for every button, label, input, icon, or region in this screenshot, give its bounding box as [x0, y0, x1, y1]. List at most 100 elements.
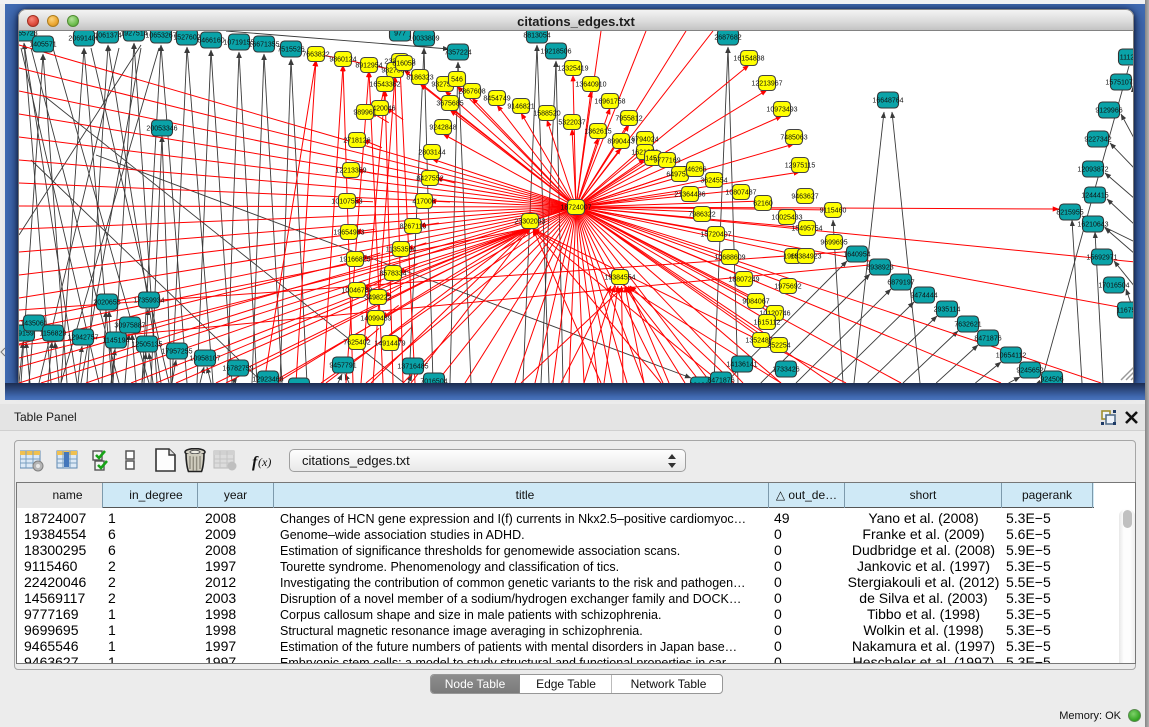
svg-text:1362615: 1362615	[584, 129, 611, 136]
svg-text:8427552: 8427552	[416, 176, 443, 183]
svg-text:8471876: 8471876	[974, 336, 1001, 343]
svg-text:8813054: 8813054	[523, 33, 550, 40]
svg-text:16782759: 16782759	[222, 366, 253, 373]
svg-text:9084067: 9084067	[742, 299, 769, 306]
svg-text:8215955: 8215955	[1056, 210, 1083, 217]
svg-text:7357224: 7357224	[444, 50, 471, 57]
svg-text:252254: 252254	[767, 343, 790, 350]
svg-text:10025433: 10025433	[771, 215, 802, 222]
svg-text:8267110: 8267110	[400, 224, 427, 231]
svg-text:1975692: 1975692	[774, 284, 801, 291]
svg-text:17359934: 17359934	[133, 298, 164, 305]
svg-text:14136141: 14136141	[726, 362, 757, 369]
svg-text:6794024: 6794024	[631, 137, 658, 144]
svg-text:7625402: 7625402	[343, 340, 370, 347]
svg-text:11121: 11121	[1120, 55, 1134, 62]
svg-text:9463627: 9463627	[791, 194, 818, 201]
svg-text:2687682: 2687682	[714, 35, 741, 42]
svg-text:1615112: 1615112	[754, 320, 781, 327]
svg-text:7632621: 7632621	[954, 322, 981, 329]
svg-text:(x): (x)	[258, 455, 271, 469]
svg-text:9457791: 9457791	[329, 363, 356, 370]
svg-text:9242848: 9242848	[429, 125, 456, 132]
svg-text:16543362: 16543362	[369, 82, 400, 89]
svg-text:1145194: 1145194	[103, 338, 130, 345]
svg-text:7485063: 7485063	[780, 135, 807, 142]
svg-text:21364436: 21364436	[674, 192, 705, 199]
svg-text:1927514: 1927514	[120, 31, 147, 38]
svg-text:12325419: 12325419	[557, 66, 588, 73]
svg-text:13716485: 13716485	[397, 364, 428, 371]
svg-text:5322037: 5322037	[558, 120, 585, 127]
svg-text:12093872: 12093872	[1077, 167, 1108, 174]
svg-text:1061374: 1061374	[94, 33, 121, 40]
svg-text:16671355: 16671355	[248, 42, 279, 49]
svg-text:19654983: 19654983	[333, 230, 364, 237]
svg-text:30975887: 30975887	[114, 323, 145, 330]
svg-text:9860124: 9860124	[329, 57, 356, 64]
svg-text:8938923: 8938923	[866, 265, 893, 272]
svg-text:10046788: 10046788	[341, 288, 372, 295]
svg-text:2935114: 2935114	[934, 307, 961, 314]
svg-text:746266: 746266	[683, 167, 706, 174]
svg-text:9777169: 9777169	[653, 158, 680, 165]
svg-text:3624554: 3624554	[700, 178, 727, 185]
svg-text:2718126: 2718126	[343, 138, 370, 145]
svg-text:9699695: 9699695	[820, 240, 847, 247]
svg-text:546: 546	[451, 77, 463, 84]
svg-text:7986322: 7986322	[688, 212, 715, 219]
svg-text:12505135: 12505135	[131, 342, 162, 349]
svg-text:3675685: 3675685	[436, 101, 463, 108]
svg-text:7955812: 7955812	[615, 116, 642, 123]
svg-text:19384923: 19384923	[790, 254, 821, 261]
svg-text:9115460: 9115460	[820, 208, 847, 215]
svg-text:8578334: 8578334	[379, 271, 406, 278]
svg-text:816058: 816058	[392, 61, 415, 68]
svg-text:10033809: 10033809	[408, 36, 439, 43]
svg-text:1588520: 1588520	[533, 111, 560, 118]
svg-text:15692971: 15692971	[1086, 255, 1117, 262]
svg-text:9146821: 9146821	[507, 104, 534, 111]
svg-text:10807487: 10807487	[725, 190, 756, 197]
svg-text:16210643: 16210643	[1077, 222, 1108, 229]
svg-text:10107553: 10107553	[331, 199, 362, 206]
svg-text:15495754: 15495754	[791, 226, 822, 233]
svg-text:6879197: 6879197	[887, 280, 914, 287]
svg-text:9129966: 9129966	[1095, 108, 1122, 115]
svg-text:13640910: 13640910	[575, 82, 606, 89]
svg-text:11353594: 11353594	[386, 247, 417, 254]
svg-text:62160: 62160	[753, 201, 773, 208]
svg-text:12213967: 12213967	[751, 81, 782, 88]
svg-text:1733426: 1733426	[772, 367, 799, 374]
svg-text:12942757: 12942757	[67, 335, 98, 342]
svg-text:989961: 989961	[353, 110, 376, 117]
svg-text:19384554: 19384554	[604, 275, 635, 282]
svg-text:3498222: 3498222	[364, 295, 391, 302]
svg-text:9227342: 9227342	[1084, 137, 1111, 144]
svg-text:19166825: 19166825	[339, 257, 370, 264]
svg-text:10688609: 10688609	[714, 255, 745, 262]
svg-text:10653267: 10653267	[145, 33, 176, 40]
svg-text:1405571: 1405571	[29, 42, 56, 49]
svg-text:1640954: 1640954	[843, 252, 870, 259]
svg-text:10973493: 10973493	[766, 107, 797, 114]
svg-text:14914479: 14914479	[374, 341, 405, 348]
svg-text:1244415: 1244415	[1081, 193, 1108, 200]
svg-text:14099489: 14099489	[360, 316, 391, 323]
svg-text:8454749: 8454749	[483, 96, 510, 103]
svg-text:1156829: 1156829	[40, 331, 67, 338]
svg-text:2803144: 2803144	[418, 150, 445, 157]
svg-text:6466160: 6466160	[197, 38, 224, 45]
svg-text:15720407: 15720407	[700, 232, 731, 239]
svg-text:8912954: 8912954	[355, 63, 382, 70]
svg-text:23302033: 23302033	[514, 219, 545, 226]
svg-text:10654112: 10654112	[996, 353, 1027, 360]
svg-text:10958107: 10958107	[189, 356, 220, 363]
svg-text:19218506: 19218506	[540, 49, 571, 56]
svg-text:16961758: 16961758	[594, 99, 625, 106]
svg-text:7663822: 7663822	[302, 52, 329, 59]
svg-text:2867608: 2867608	[458, 89, 485, 96]
svg-text:417006: 417006	[412, 199, 435, 206]
svg-text:17957255: 17957255	[161, 349, 192, 356]
svg-text:17016504: 17016504	[1098, 283, 1129, 290]
